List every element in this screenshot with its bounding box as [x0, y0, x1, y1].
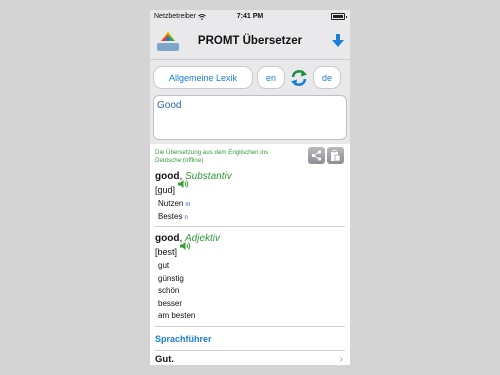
- translation-item[interactable]: gut: [158, 260, 345, 273]
- chevron-right-icon: ›: [339, 354, 343, 365]
- pronunciation-row: [gud]: [155, 180, 345, 195]
- status-bar: Netzbetreiber 7:41 PM: [150, 10, 350, 23]
- translation-result: Die Übersetzung aus dem Englischen ins D…: [150, 144, 350, 365]
- dictionary-label: Allgemeine Lexik: [168, 72, 238, 83]
- offline-note: Die Übersetzung aus dem Englischen ins D…: [155, 149, 269, 164]
- copy-icon[interactable]: [327, 147, 344, 164]
- status-time: 7:41 PM: [236, 13, 264, 20]
- share-icon[interactable]: [308, 147, 325, 164]
- part-of-speech: Substantiv: [185, 171, 232, 182]
- language-controls: Allgemeine Lexik en de: [150, 60, 350, 95]
- headword: good: [155, 233, 180, 244]
- battery-icon: [331, 13, 347, 20]
- phrasebook-header: Sprachführer: [155, 333, 212, 344]
- translation-item[interactable]: am besten: [158, 310, 345, 323]
- target-language-button[interactable]: de: [313, 66, 341, 89]
- source-language-label: en: [265, 72, 276, 83]
- dictionary-entry: good, Adjektiv [best] gut günstig schön …: [155, 227, 345, 327]
- translation-item[interactable]: Bestes n: [158, 211, 345, 224]
- headword: good: [155, 171, 180, 182]
- divider: [155, 325, 345, 327]
- pronunciation: [best]: [155, 247, 178, 257]
- dictionary-selector[interactable]: Allgemeine Lexik: [153, 66, 253, 89]
- translation-item[interactable]: günstig: [158, 273, 345, 286]
- source-text-value: Good: [157, 100, 182, 111]
- speaker-icon[interactable]: [178, 179, 189, 189]
- app-screen: Netzbetreiber 7:41 PM PROMT Übersetzer A…: [150, 10, 350, 365]
- translation-list: gut günstig schön besser am besten: [155, 260, 345, 323]
- page-title: PROMT Übersetzer: [197, 35, 303, 47]
- speaker-icon[interactable]: [180, 241, 191, 251]
- phrase-text: Gut.: [155, 354, 174, 365]
- dictionary-entry: good, Substantiv [gud] Nutzen m Bestes n: [155, 165, 345, 227]
- translation-item[interactable]: besser: [158, 298, 345, 311]
- translation-list: Nutzen m Bestes n: [155, 198, 345, 223]
- pronunciation: [gud]: [155, 185, 176, 195]
- input-area: Good: [150, 95, 350, 144]
- result-actions: [308, 147, 344, 164]
- gender-marker: m: [185, 202, 191, 208]
- nav-bar: PROMT Übersetzer: [150, 23, 350, 60]
- pronunciation-row: [best]: [155, 242, 345, 257]
- arrow-down-icon[interactable]: [332, 34, 344, 48]
- translation-item[interactable]: schön: [158, 285, 345, 298]
- swap-arrows-icon[interactable]: [289, 67, 309, 89]
- phrasebook-item[interactable]: Gut. ›: [155, 351, 345, 365]
- translation-item[interactable]: Nutzen m: [158, 198, 345, 211]
- source-language-button[interactable]: en: [257, 66, 285, 89]
- gender-marker: n: [184, 214, 188, 221]
- source-text-input[interactable]: Good: [153, 95, 347, 140]
- target-language-label: de: [321, 72, 332, 83]
